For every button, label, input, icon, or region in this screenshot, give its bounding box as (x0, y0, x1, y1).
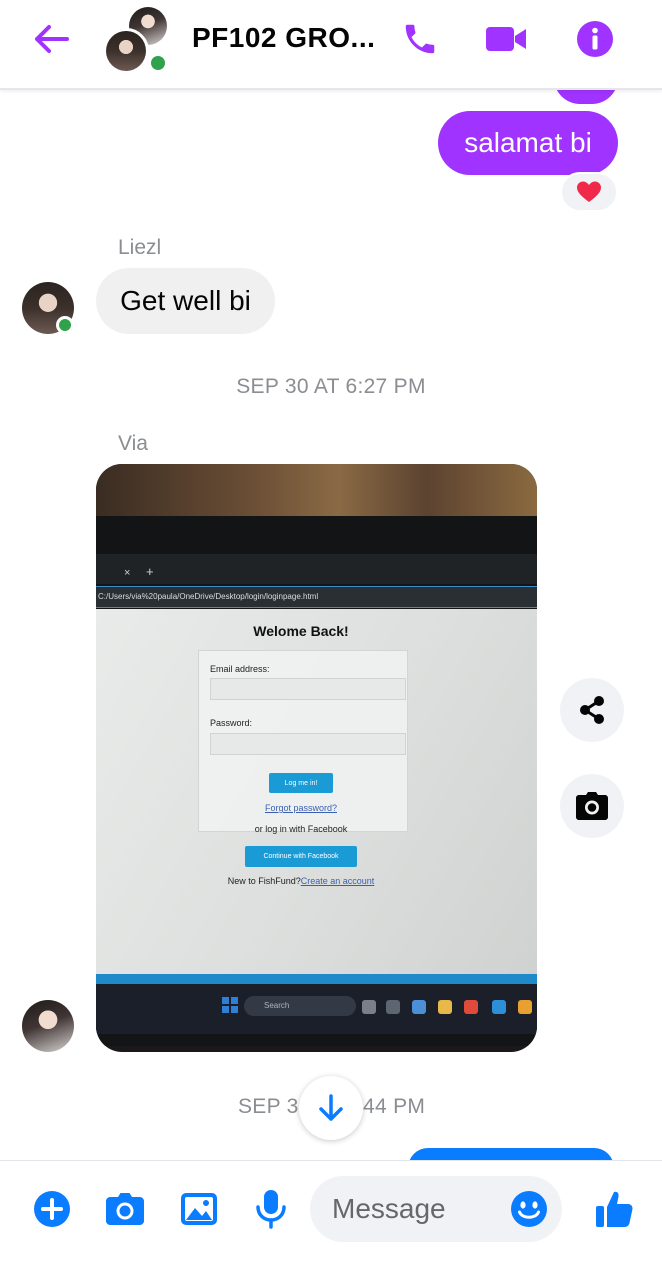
outgoing-message-bubble[interactable]: salamat bi (438, 111, 618, 175)
taskbar-app-icon (438, 1000, 452, 1014)
password-label: Password: (210, 718, 253, 728)
emoji-button[interactable] (506, 1187, 552, 1231)
photo-message[interactable]: × + C:/Users/via%20paula/OneDrive/Deskto… (96, 464, 537, 1052)
group-avatar[interactable] (100, 4, 172, 76)
conversation-title[interactable]: PF102 GRO... (192, 22, 375, 54)
emoji-icon (511, 1191, 547, 1227)
facebook-login-button: Continue with Facebook (245, 846, 357, 867)
create-account-link: Create an account (300, 876, 375, 886)
camera-button[interactable] (560, 774, 624, 838)
message-field[interactable] (310, 1176, 562, 1242)
scroll-to-bottom-button[interactable] (299, 1076, 363, 1140)
taskbar-app-icon (464, 1000, 478, 1014)
taskbar-app-icon (518, 1000, 532, 1014)
share-icon (580, 696, 604, 724)
email-field (210, 678, 406, 700)
more-actions-button[interactable] (28, 1186, 76, 1232)
signup-text: New to FishFund? (227, 876, 301, 886)
camera-button[interactable] (101, 1186, 149, 1232)
message-input[interactable] (332, 1176, 502, 1242)
signup-prompt: New to FishFund?Create an account (96, 876, 506, 886)
thumbs-up-icon (596, 1191, 633, 1227)
back-arrow-icon (35, 25, 69, 53)
gallery-button[interactable] (175, 1186, 223, 1232)
incoming-message-bubble[interactable]: Get well bi (96, 268, 275, 334)
taskbar-app-icon (386, 1000, 400, 1014)
conversation-info-button[interactable] (573, 18, 617, 60)
sender-avatar[interactable] (22, 282, 78, 338)
back-button[interactable] (28, 18, 76, 60)
message-timestamp: SEP 3 (238, 1095, 299, 1118)
sender-avatar[interactable] (22, 1000, 74, 1052)
like-button[interactable] (590, 1186, 638, 1232)
reaction-badge[interactable] (560, 172, 618, 212)
member-avatar (103, 28, 149, 74)
taskbar-accent (96, 974, 537, 984)
gallery-icon (181, 1193, 217, 1225)
voice-call-button[interactable] (398, 18, 442, 60)
forgot-password-link: Forgot password? (264, 803, 338, 813)
password-field (210, 733, 406, 755)
sender-name: Via (118, 432, 148, 455)
conversation-header: PF102 GRO... (0, 0, 662, 90)
alternate-login-text: or log in with Facebook (254, 824, 348, 834)
phone-icon (405, 24, 435, 54)
camera-icon (106, 1193, 144, 1225)
plus-icon (34, 1191, 70, 1227)
share-button[interactable] (560, 678, 624, 742)
voice-message-button[interactable] (247, 1186, 295, 1232)
login-page-title: Welome Back! (253, 623, 349, 639)
microphone-icon (256, 1190, 286, 1229)
sender-name: Liezl (118, 236, 162, 259)
browser-tab-bar (96, 554, 537, 584)
message-text: salamat bi (464, 127, 592, 158)
taskbar-search: Search (244, 996, 356, 1016)
video-camera-icon (486, 27, 526, 51)
message-text: Get well bi (120, 285, 251, 316)
online-indicator (56, 316, 74, 334)
arrow-down-icon (319, 1094, 343, 1121)
taskbar-app-icon (492, 1000, 506, 1014)
windows-logo-icon (222, 997, 238, 1013)
video-call-button[interactable] (484, 18, 528, 60)
taskbar-app-icon (412, 1000, 426, 1014)
taskbar-app-icon (362, 1000, 376, 1014)
camera-icon (576, 792, 608, 820)
login-button: Log me in! (269, 773, 333, 793)
photo-background (96, 464, 537, 516)
heart-icon (577, 181, 601, 202)
message-timestamp: SEP 30 AT 6:27 PM (236, 375, 426, 398)
page-url: C:/Users/via%20paula/OneDrive/Desktop/lo… (98, 592, 319, 601)
email-label: Email address: (210, 664, 270, 674)
message-timestamp: 44 PM (363, 1095, 426, 1118)
online-indicator (148, 53, 168, 73)
info-icon (577, 21, 613, 57)
